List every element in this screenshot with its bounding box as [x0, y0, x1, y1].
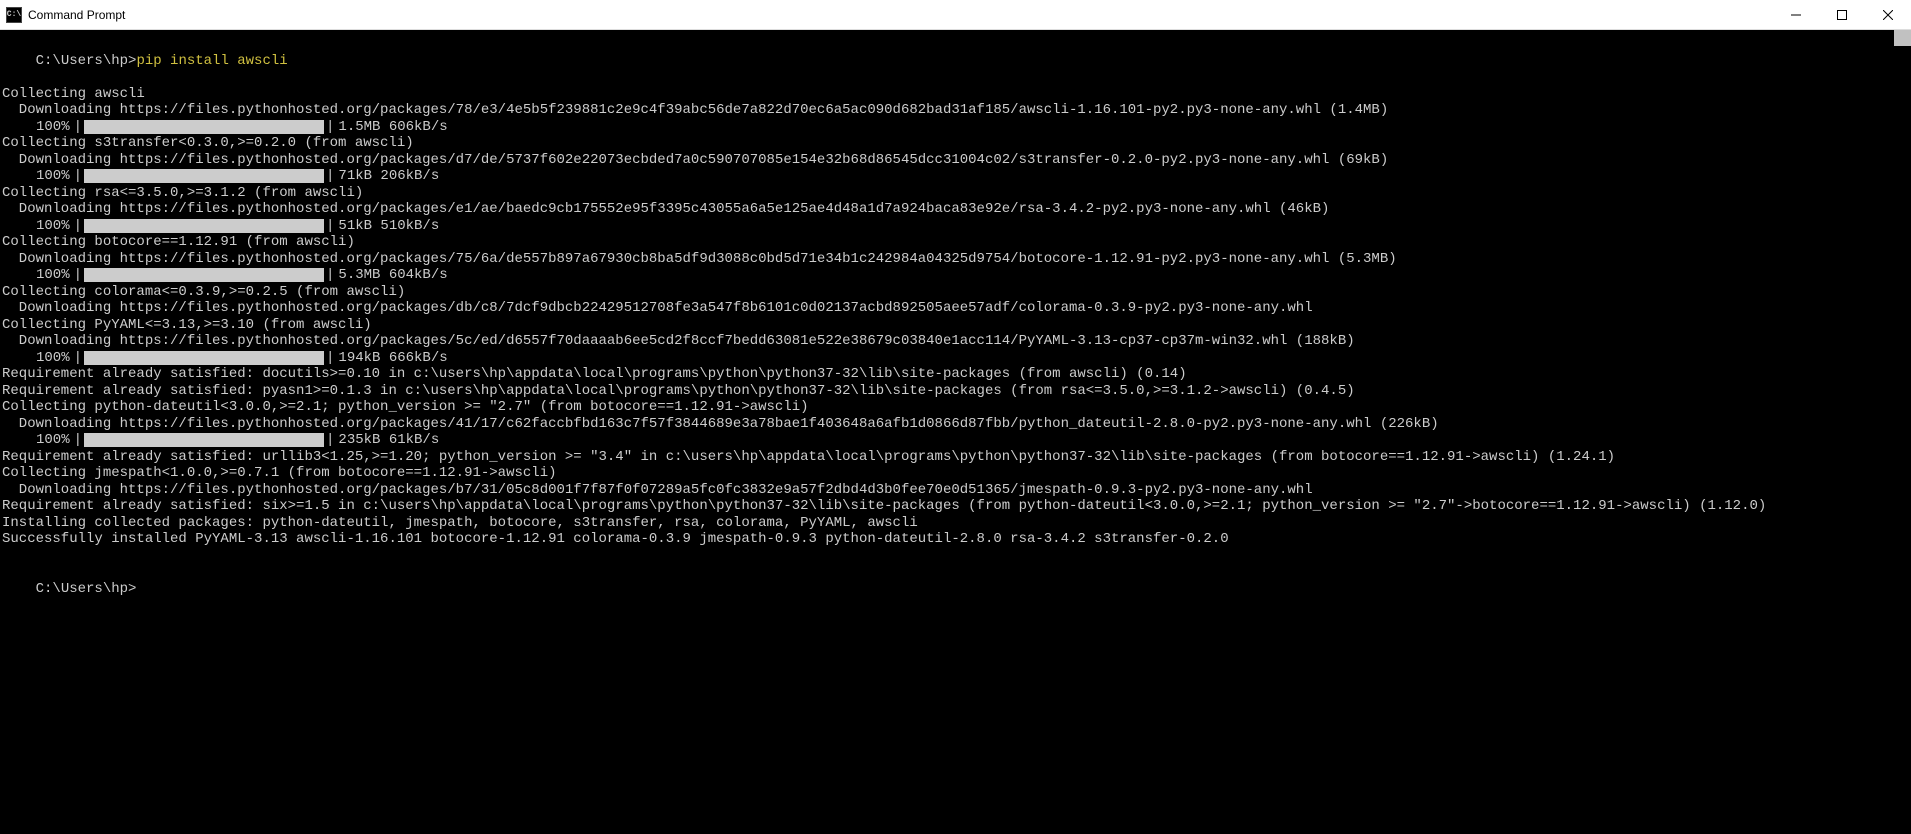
progress-percent: 100%	[36, 267, 70, 284]
progress-rate: 1.5MB 606kB/s	[338, 119, 447, 136]
progress-percent: 100%	[36, 119, 70, 136]
output-line: Successfully installed PyYAML-3.13 awscl…	[0, 531, 1911, 548]
output-line: Downloading https://files.pythonhosted.o…	[0, 416, 1911, 433]
progress-bar	[84, 219, 324, 233]
output-line: Requirement already satisfied: six>=1.5 …	[0, 498, 1911, 515]
window-title: Command Prompt	[28, 8, 125, 22]
terminal-output: Collecting awscli Downloading https://fi…	[0, 86, 1911, 548]
minimize-icon	[1791, 10, 1801, 20]
output-line: Downloading https://files.pythonhosted.o…	[0, 333, 1911, 350]
output-line: Collecting awscli	[0, 86, 1911, 103]
blank-line	[0, 548, 1911, 565]
prompt-path-final: C:\Users\hp>	[36, 581, 137, 597]
output-line: Downloading https://files.pythonhosted.o…	[0, 300, 1911, 317]
progress-line: 100%||71kB 206kB/s	[0, 168, 1911, 185]
prompt-path: C:\Users\hp>	[36, 53, 137, 69]
progress-line: 100%||235kB 61kB/s	[0, 432, 1911, 449]
progress-rate: 71kB 206kB/s	[338, 168, 439, 185]
output-line: Downloading https://files.pythonhosted.o…	[0, 152, 1911, 169]
prompt-line: C:\Users\hp>pip install awscli	[0, 36, 1911, 86]
progress-percent: 100%	[36, 350, 70, 367]
progress-percent: 100%	[36, 168, 70, 185]
output-line: Downloading https://files.pythonhosted.o…	[0, 482, 1911, 499]
titlebar: C:\ Command Prompt	[0, 0, 1911, 30]
maximize-icon	[1837, 10, 1847, 20]
output-line: Requirement already satisfied: urllib3<1…	[0, 449, 1911, 466]
progress-percent: 100%	[36, 218, 70, 235]
progress-bar	[84, 351, 324, 365]
output-line: Requirement already satisfied: docutils>…	[0, 366, 1911, 383]
minimize-button[interactable]	[1773, 0, 1819, 29]
progress-bar	[84, 433, 324, 447]
progress-bar	[84, 169, 324, 183]
output-line: Collecting colorama<=0.3.9,>=0.2.5 (from…	[0, 284, 1911, 301]
output-line: Collecting botocore==1.12.91 (from awscl…	[0, 234, 1911, 251]
progress-bar	[84, 120, 324, 134]
output-line: Downloading https://files.pythonhosted.o…	[0, 201, 1911, 218]
progress-rate: 51kB 510kB/s	[338, 218, 439, 235]
output-line: Collecting jmespath<1.0.0,>=0.7.1 (from …	[0, 465, 1911, 482]
close-button[interactable]	[1865, 0, 1911, 29]
output-line: Collecting rsa<=3.5.0,>=3.1.2 (from awsc…	[0, 185, 1911, 202]
window-controls	[1773, 0, 1911, 29]
progress-rate: 194kB 666kB/s	[338, 350, 447, 367]
output-line: Requirement already satisfied: pyasn1>=0…	[0, 383, 1911, 400]
output-line: Installing collected packages: python-da…	[0, 515, 1911, 532]
output-line: Downloading https://files.pythonhosted.o…	[0, 102, 1911, 119]
output-line: Collecting s3transfer<0.3.0,>=0.2.0 (fro…	[0, 135, 1911, 152]
output-line: Collecting python-dateutil<3.0.0,>=2.1; …	[0, 399, 1911, 416]
cmd-icon: C:\	[6, 7, 22, 23]
close-icon	[1883, 10, 1893, 20]
command-text: pip install awscli	[136, 53, 287, 69]
progress-rate: 235kB 61kB/s	[338, 432, 439, 449]
output-line: Downloading https://files.pythonhosted.o…	[0, 251, 1911, 268]
progress-line: 100%||51kB 510kB/s	[0, 218, 1911, 235]
maximize-button[interactable]	[1819, 0, 1865, 29]
terminal[interactable]: C:\Users\hp>pip install awscli Collectin…	[0, 30, 1911, 834]
progress-bar	[84, 268, 324, 282]
progress-percent: 100%	[36, 432, 70, 449]
progress-line: 100%||1.5MB 606kB/s	[0, 119, 1911, 136]
scrollbar-thumb[interactable]	[1894, 30, 1911, 46]
prompt-line-final: C:\Users\hp>	[0, 564, 1911, 614]
progress-line: 100%||194kB 666kB/s	[0, 350, 1911, 367]
progress-line: 100%||5.3MB 604kB/s	[0, 267, 1911, 284]
progress-rate: 5.3MB 604kB/s	[338, 267, 447, 284]
output-line: Collecting PyYAML<=3.13,>=3.10 (from aws…	[0, 317, 1911, 334]
